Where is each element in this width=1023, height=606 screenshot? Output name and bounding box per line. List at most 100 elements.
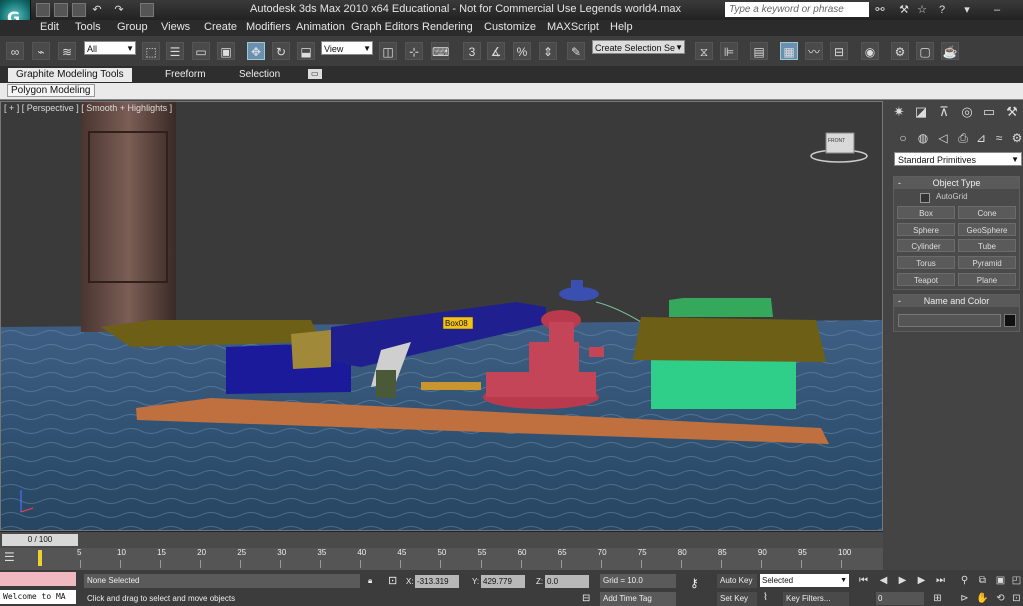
tab-selection[interactable]: Selection bbox=[231, 68, 288, 82]
menu-customize[interactable]: Customize bbox=[484, 21, 536, 33]
zoom-all-icon[interactable]: ⧉ bbox=[975, 574, 990, 587]
render-setup-icon[interactable]: ⚙ bbox=[891, 42, 909, 60]
pan-icon[interactable]: ✋ bbox=[975, 592, 990, 605]
track-bar-menu-icon[interactable]: ☰ bbox=[4, 550, 15, 564]
window-crossing-icon[interactable]: ▣ bbox=[217, 42, 235, 60]
key-icon[interactable]: ⚷ bbox=[690, 576, 699, 590]
zoom-extents-icon[interactable]: ▣ bbox=[993, 574, 1008, 587]
time-slider-track[interactable] bbox=[0, 531, 883, 548]
select-and-move-icon[interactable]: ✥ bbox=[247, 42, 265, 60]
x-coordinate-field[interactable]: -313.319 bbox=[415, 575, 459, 588]
help-icon[interactable]: ? bbox=[935, 4, 949, 16]
name-and-color-header[interactable]: - Name and Color bbox=[894, 295, 1019, 307]
previous-frame-icon[interactable]: ◀ bbox=[876, 574, 891, 587]
open-file-icon[interactable] bbox=[54, 3, 68, 17]
menu-maxscript[interactable]: MAXScript bbox=[547, 21, 599, 33]
lock-selection-icon[interactable]: 🔒︎ bbox=[368, 576, 372, 586]
pivot-center-icon[interactable]: ◫ bbox=[379, 42, 397, 60]
align-icon[interactable]: ⊫ bbox=[720, 42, 738, 60]
box-button[interactable]: Box bbox=[897, 206, 955, 219]
selection-filter-dropdown[interactable]: All ▼ bbox=[84, 41, 136, 55]
motion-tab-icon[interactable]: ◎ bbox=[958, 103, 976, 121]
rectangular-selection-icon[interactable]: ▭ bbox=[192, 42, 210, 60]
menu-modifiers[interactable]: Modifiers bbox=[246, 21, 291, 33]
utilities-tab-icon[interactable]: ⚒ bbox=[1003, 103, 1021, 121]
zoom-extents-all-icon[interactable]: ◰ bbox=[1009, 574, 1023, 587]
teapot-button[interactable]: Teapot bbox=[897, 273, 955, 286]
go-to-end-icon[interactable]: ⏭ bbox=[933, 574, 948, 587]
help-dropdown-icon[interactable]: ▾ bbox=[960, 4, 974, 16]
bind-space-warp-icon[interactable]: ≋ bbox=[58, 42, 76, 60]
field-of-view-icon[interactable]: ⊳ bbox=[957, 592, 972, 605]
hierarchy-tab-icon[interactable]: ⊼ bbox=[935, 103, 953, 121]
render-production-icon[interactable]: ☕ bbox=[941, 42, 959, 60]
primitives-dropdown[interactable]: Standard Primitives ▼ bbox=[894, 152, 1022, 166]
menu-rendering[interactable]: Rendering bbox=[422, 21, 473, 33]
cylinder-button[interactable]: Cylinder bbox=[897, 239, 955, 252]
zoom-icon[interactable]: ⚲ bbox=[957, 574, 972, 587]
object-type-header[interactable]: - Object Type bbox=[894, 177, 1019, 189]
geosphere-button[interactable]: GeoSphere bbox=[958, 223, 1016, 236]
object-color-swatch[interactable] bbox=[1004, 314, 1016, 327]
search-input[interactable]: Type a keyword or phrase bbox=[725, 2, 869, 17]
angle-snap-icon[interactable]: ∡ bbox=[487, 42, 505, 60]
material-editor-icon[interactable]: ◉ bbox=[861, 42, 879, 60]
select-and-rotate-icon[interactable]: ↻ bbox=[272, 42, 290, 60]
maximize-viewport-icon[interactable]: ⊡ bbox=[1009, 592, 1023, 605]
polygon-modeling-panel[interactable]: Polygon Modeling bbox=[7, 84, 95, 97]
pyramid-button[interactable]: Pyramid bbox=[958, 256, 1016, 269]
viewcube-face-label[interactable]: FRONT bbox=[828, 138, 845, 144]
time-tag-icon[interactable]: ⊟ bbox=[582, 593, 590, 604]
favorites-icon[interactable]: ☆ bbox=[915, 4, 929, 16]
menu-animation[interactable]: Animation bbox=[296, 21, 345, 33]
set-key-button[interactable]: Set Key bbox=[717, 592, 757, 606]
z-coordinate-field[interactable]: 0.0 bbox=[545, 575, 589, 588]
absolute-mode-icon[interactable]: ⊡ bbox=[388, 574, 397, 587]
binoculars-icon[interactable]: ⚯ bbox=[873, 4, 887, 16]
orbit-icon[interactable]: ⟲ bbox=[993, 592, 1008, 605]
reference-coordinate-dropdown[interactable]: View ▼ bbox=[321, 41, 373, 55]
schematic-view-icon[interactable]: ⊟ bbox=[830, 42, 848, 60]
menu-group[interactable]: Group bbox=[117, 21, 148, 33]
menu-tools[interactable]: Tools bbox=[75, 21, 101, 33]
save-file-icon[interactable] bbox=[72, 3, 86, 17]
keyboard-shortcut-icon[interactable]: ⌨ bbox=[431, 42, 449, 60]
named-selection-set-dropdown[interactable]: Create Selection Se ▼ bbox=[592, 40, 685, 54]
time-configuration-icon[interactable]: ⊞ bbox=[930, 592, 945, 605]
maxscript-listener[interactable]: Welcome to MA bbox=[0, 590, 76, 604]
go-to-start-icon[interactable]: ⏮ bbox=[856, 574, 871, 587]
sphere-button[interactable]: Sphere bbox=[897, 223, 955, 236]
time-slider[interactable]: 0 / 100 bbox=[2, 534, 78, 546]
torus-button[interactable]: Torus bbox=[897, 256, 955, 269]
space-warps-icon[interactable]: ≈ bbox=[991, 130, 1007, 146]
select-and-scale-icon[interactable]: ⬓ bbox=[297, 42, 315, 60]
menu-edit[interactable]: Edit bbox=[40, 21, 59, 33]
rendered-frame-icon[interactable]: ▢ bbox=[916, 42, 934, 60]
tube-button[interactable]: Tube bbox=[958, 239, 1016, 252]
select-object-icon[interactable]: ⬚ bbox=[142, 42, 160, 60]
menu-help[interactable]: Help bbox=[610, 21, 633, 33]
auto-key-button[interactable]: Auto Key bbox=[717, 574, 757, 588]
layer-manager-icon[interactable]: ▤ bbox=[750, 42, 768, 60]
hold-icon[interactable] bbox=[140, 3, 154, 17]
undo-icon[interactable]: ↶ bbox=[90, 4, 104, 16]
menu-create[interactable]: Create bbox=[204, 21, 237, 33]
menu-views[interactable]: Views bbox=[161, 21, 190, 33]
key-mode-dropdown[interactable]: Selected ▼ bbox=[760, 574, 849, 587]
track-bar[interactable]: ☰ 5 10 15 20 25 30 35 40 45 50 55 60 65 70 75 80 85 90 95 1… bbox=[0, 548, 883, 570]
graphite-toggle-icon[interactable]: ▦ bbox=[780, 42, 798, 60]
menu-graph-editors[interactable]: Graph Editors bbox=[351, 21, 419, 33]
shapes-icon[interactable]: ◍ bbox=[915, 130, 931, 146]
play-icon[interactable]: ▶ bbox=[895, 574, 910, 587]
modify-tab-icon[interactable]: ◪ bbox=[912, 103, 930, 121]
tab-graphite-modeling-tools[interactable]: Graphite Modeling Tools bbox=[8, 68, 132, 82]
communication-center-icon[interactable]: ⚒ bbox=[897, 4, 911, 16]
cone-button[interactable]: Cone bbox=[958, 206, 1016, 219]
mirror-icon[interactable]: ⧖ bbox=[695, 42, 713, 60]
add-time-tag-button[interactable]: Add Time Tag bbox=[600, 592, 676, 606]
curve-editor-icon[interactable]: 〰 bbox=[805, 42, 823, 60]
helpers-icon[interactable]: ⊿ bbox=[973, 130, 989, 146]
ribbon-options-icon[interactable]: ▭ bbox=[308, 69, 322, 79]
select-by-name-icon[interactable]: ☰ bbox=[166, 42, 184, 60]
maxscript-listener-top[interactable] bbox=[0, 572, 76, 586]
